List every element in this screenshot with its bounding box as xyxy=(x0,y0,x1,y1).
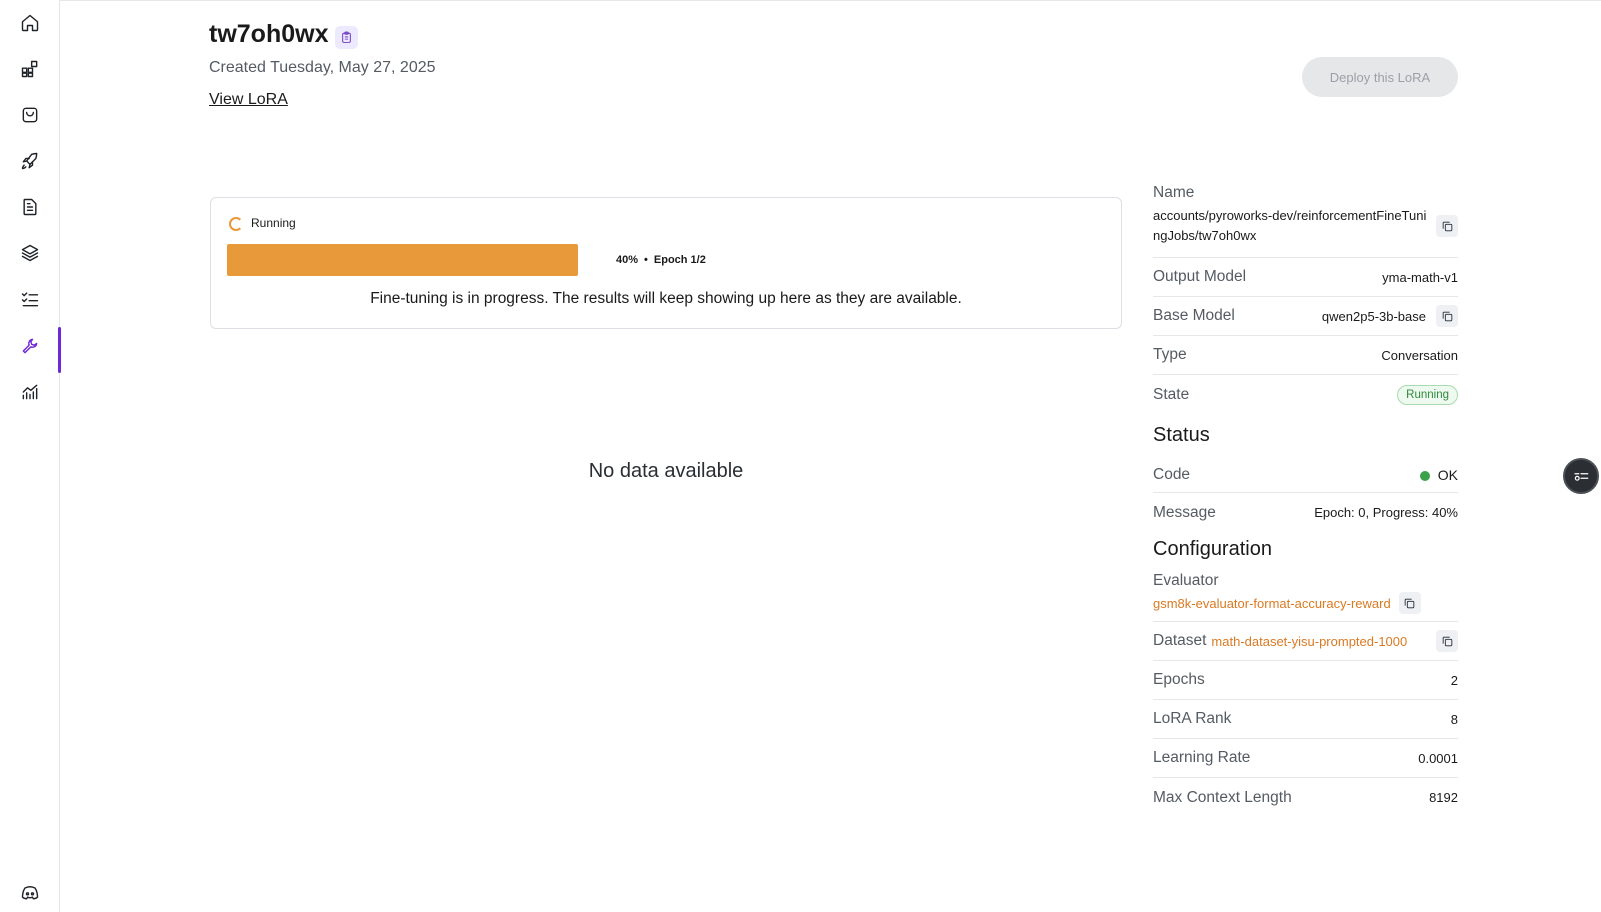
name-value: accounts/pyroworks-dev/reinforcementFine… xyxy=(1153,208,1427,243)
sidebar-item-tasks[interactable] xyxy=(0,280,60,318)
detail-row-state: State Running xyxy=(1153,375,1458,414)
document-icon xyxy=(23,198,37,216)
epochs-value: 2 xyxy=(1450,672,1458,688)
evaluator-link[interactable]: gsm8k-evaluator-format-accuracy-reward xyxy=(1153,596,1391,611)
config-row-dataset: Dataset math-dataset-yisu-prompted-1000 xyxy=(1153,622,1458,661)
created-date: Created Tuesday, May 27, 2025 xyxy=(209,59,436,76)
page-title: tw7oh0wx xyxy=(209,20,329,48)
sidebar-item-marketplace[interactable] xyxy=(0,96,60,134)
details-panel: Name accounts/pyroworks-dev/reinforcemen… xyxy=(1153,180,1458,817)
checklist-icon xyxy=(21,292,39,307)
config-row-max-context: Max Context Length 8192 xyxy=(1153,778,1458,817)
progress-status: Running xyxy=(251,216,296,230)
max-context-label: Max Context Length xyxy=(1153,788,1292,806)
rocket-icon xyxy=(21,152,38,170)
output-model-value: yma-math-v1 xyxy=(1382,269,1458,285)
copy-name-button[interactable] xyxy=(1436,215,1458,237)
spinner-icon xyxy=(229,217,243,231)
chart-icon xyxy=(22,384,38,400)
lora-rank-label: LoRA Rank xyxy=(1153,710,1232,727)
code-label: Code xyxy=(1153,466,1191,483)
sidebar-item-discord[interactable] xyxy=(0,874,60,912)
copy-evaluator-button[interactable] xyxy=(1398,592,1421,614)
copy-icon xyxy=(1442,311,1452,321)
status-row-message: Message Epoch: 0, Progress: 40% xyxy=(1153,493,1458,532)
progress-info: 40% • Epoch 1/2 xyxy=(616,254,706,266)
status-dot-icon xyxy=(1419,471,1430,481)
detail-row-output-model: Output Model yma-math-v1 xyxy=(1153,258,1458,297)
detail-row-base-model: Base Model qwen2p5-3b-base xyxy=(1153,297,1458,336)
layers-icon xyxy=(21,244,39,262)
grid-plus-icon xyxy=(21,60,38,78)
progress-percent: 40% xyxy=(616,254,639,266)
output-model-label: Output Model xyxy=(1153,268,1247,285)
base-model-value: qwen2p5-3b-base xyxy=(1321,308,1426,324)
config-row-evaluator: Evaluator gsm8k-evaluator-format-accurac… xyxy=(1153,572,1458,622)
copy-title-button[interactable] xyxy=(335,26,358,49)
detail-row-name: Name accounts/pyroworks-dev/reinforcemen… xyxy=(1153,180,1458,258)
sidebar-item-analytics[interactable] xyxy=(0,373,60,411)
config-row-lora-rank: LoRA Rank 8 xyxy=(1153,700,1458,739)
message-label: Message xyxy=(1153,503,1216,521)
sidebar-item-home[interactable] xyxy=(0,4,60,42)
toggle-list-icon xyxy=(1574,473,1589,481)
status-row-code: Code OK xyxy=(1153,458,1458,493)
clipboard-icon xyxy=(342,31,351,43)
configuration-heading: Configuration xyxy=(1153,538,1272,560)
type-label: Type xyxy=(1153,346,1187,363)
lora-rank-value: 8 xyxy=(1450,711,1458,727)
epochs-label: Epochs xyxy=(1153,671,1205,688)
progress-bar xyxy=(227,244,578,276)
copy-icon xyxy=(1442,636,1452,646)
type-value: Conversation xyxy=(1381,347,1458,363)
progress-bar-fill xyxy=(227,244,578,276)
config-row-learning-rate: Learning Rate 0.0001 xyxy=(1153,739,1458,778)
sidebar-item-models[interactable] xyxy=(0,50,60,88)
wrench-icon xyxy=(22,338,38,354)
sidebar-item-deployments[interactable] xyxy=(0,142,60,180)
sidebar-item-documents[interactable] xyxy=(0,188,60,226)
status-heading: Status xyxy=(1153,424,1210,446)
learning-rate-label: Learning Rate xyxy=(1153,749,1251,766)
detail-row-type: Type Conversation xyxy=(1153,336,1458,375)
floating-menu-button[interactable] xyxy=(1563,458,1599,494)
max-context-value: 8192 xyxy=(1429,790,1458,805)
progress-epoch: Epoch 1/2 xyxy=(653,254,706,266)
home-icon xyxy=(21,14,39,32)
state-label: State xyxy=(1153,385,1190,403)
no-data-message: No data available xyxy=(588,460,744,482)
copy-dataset-button[interactable] xyxy=(1436,630,1458,652)
copy-base-model-button[interactable] xyxy=(1436,305,1458,327)
dataset-link[interactable]: math-dataset-yisu-prompted-1000 xyxy=(1211,634,1407,649)
progress-message: Fine-tuning is in progress. The results … xyxy=(370,290,962,307)
learning-rate-value: 0.0001 xyxy=(1418,750,1458,766)
code-value: OK xyxy=(1437,467,1458,483)
state-badge: Running xyxy=(1397,384,1458,405)
progress-card: Running 40% • Epoch 1/2 Fine-tuning is i… xyxy=(210,197,1122,329)
copy-icon xyxy=(1442,221,1452,231)
sidebar-item-fine-tuning[interactable] xyxy=(0,327,61,373)
sidebar-item-layers[interactable] xyxy=(0,234,60,272)
message-value: Epoch: 0, Progress: 40% xyxy=(1314,505,1458,520)
deploy-lora-button[interactable]: Deploy this LoRA xyxy=(1302,57,1458,97)
progress-separator: • xyxy=(644,254,648,266)
bag-icon xyxy=(22,107,38,123)
copy-icon xyxy=(1404,598,1415,608)
name-label: Name xyxy=(1153,184,1195,201)
base-model-label: Base Model xyxy=(1153,307,1235,324)
sidebar xyxy=(0,0,61,912)
evaluator-label: Evaluator xyxy=(1153,572,1219,589)
dataset-label: Dataset xyxy=(1153,632,1207,649)
config-row-epochs: Epochs 2 xyxy=(1153,661,1458,700)
discord-icon xyxy=(21,886,39,900)
view-lora-link[interactable]: View LoRA xyxy=(209,91,288,109)
